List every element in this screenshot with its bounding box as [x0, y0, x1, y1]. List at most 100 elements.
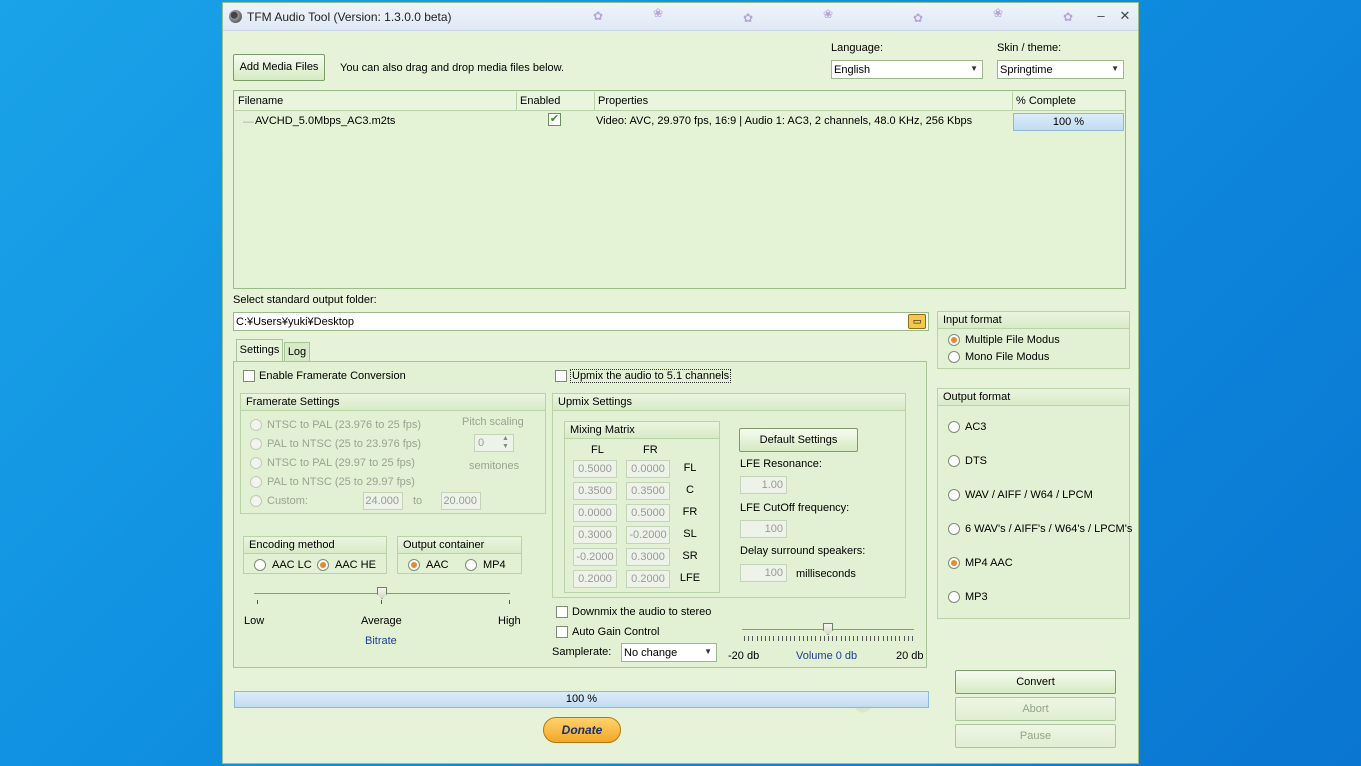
matrix-fr-input[interactable]: 0.5000: [626, 504, 670, 522]
mono-file-radio[interactable]: [948, 351, 960, 363]
framerate-conversion-checkbox[interactable]: [243, 370, 255, 382]
matrix-row-label: SL: [683, 528, 697, 540]
file-list-header: Filename Enabled Properties % Complete: [235, 92, 1124, 111]
volume-tick: [903, 636, 905, 641]
matrix-fl-input[interactable]: 0.2000: [573, 570, 617, 588]
upmix-checkbox[interactable]: [555, 370, 567, 382]
matrix-row-label: LFE: [679, 572, 701, 584]
browse-folder-icon[interactable]: ▭: [908, 314, 926, 329]
default-settings-button[interactable]: Default Settings: [739, 428, 858, 452]
output-format-radio[interactable]: [948, 557, 960, 569]
framerate-option-radio[interactable]: [250, 495, 262, 507]
tab-settings[interactable]: Settings: [236, 339, 283, 361]
volume-tick: [895, 636, 897, 641]
delay-surround-input[interactable]: 100: [740, 564, 787, 582]
matrix-fr-input[interactable]: 0.3000: [626, 548, 670, 566]
volume-tick: [802, 636, 804, 641]
matrix-fl-input[interactable]: -0.2000: [573, 548, 617, 566]
bitrate-slider-thumb[interactable]: [377, 587, 387, 599]
volume-tick: [882, 636, 884, 641]
samplerate-select[interactable]: No change ▼: [621, 643, 717, 662]
output-format-radio[interactable]: [948, 421, 960, 433]
tab-log[interactable]: Log: [284, 342, 310, 361]
donate-button[interactable]: Donate: [543, 717, 621, 743]
framerate-option-3: NTSC to PAL (29.97 to 25 fps): [267, 457, 415, 469]
skin-select[interactable]: Springtime ▼: [997, 60, 1124, 79]
lfe-cutoff-label: LFE CutOff frequency:: [740, 502, 850, 514]
matrix-fr-input[interactable]: 0.2000: [626, 570, 670, 588]
matrix-fr-input[interactable]: 0.3500: [626, 482, 670, 500]
volume-tick: [912, 636, 913, 641]
container-mp4-radio[interactable]: [465, 559, 477, 571]
language-select[interactable]: English ▼: [831, 60, 983, 79]
volume-tick: [815, 636, 817, 641]
matrix-fr-input[interactable]: 0.0000: [626, 460, 670, 478]
bitrate-tick: [381, 600, 382, 604]
output-format-label: AC3: [965, 421, 987, 433]
volume-tick: [760, 636, 762, 641]
volume-tick: [844, 636, 846, 641]
close-button[interactable]: ✕: [1115, 7, 1135, 25]
volume-tick: [786, 636, 787, 641]
table-row[interactable]: — AVCHD_5.0Mbps_AC3.m2ts ✔ Video: AVC, 2…: [235, 112, 1124, 132]
convert-button[interactable]: Convert: [955, 670, 1116, 694]
custom-fps-from-input[interactable]: 24.000: [363, 492, 403, 510]
volume-tick: [886, 636, 888, 641]
output-folder-value: C:¥Users¥yuki¥Desktop: [236, 316, 354, 328]
row-enabled-checkbox[interactable]: ✔: [548, 113, 561, 126]
matrix-fl-input[interactable]: 0.3000: [573, 526, 617, 544]
language-value: English: [834, 64, 871, 76]
flower-decoration-icon: ❀: [823, 7, 834, 21]
framerate-option-radio[interactable]: [250, 419, 262, 431]
lfe-cutoff-input[interactable]: 100: [740, 520, 787, 538]
framerate-option-radio[interactable]: [250, 476, 262, 488]
title-bar[interactable]: TFM Audio Tool (Version: 1.3.0.0 beta) ✿…: [223, 3, 1138, 31]
abort-button[interactable]: Abort: [955, 697, 1116, 721]
media-file-list[interactable]: Filename Enabled Properties % Complete —…: [233, 90, 1126, 289]
pause-button[interactable]: Pause: [955, 724, 1116, 748]
input-format-group: Input format Multiple File Modus Mono Fi…: [937, 311, 1130, 369]
custom-fps-to-input[interactable]: 20.000: [441, 492, 481, 510]
column-filename[interactable]: Filename: [235, 92, 517, 110]
container-aac-label: AAC: [426, 559, 449, 571]
auto-gain-label: Auto Gain Control: [572, 626, 660, 638]
column-properties[interactable]: Properties: [595, 92, 1013, 110]
pitch-scaling-stepper[interactable]: 0 ▲ ▼: [474, 434, 514, 452]
container-aac-radio[interactable]: [408, 559, 420, 571]
volume-label: Volume 0 db: [796, 650, 858, 662]
volume-tick: [836, 636, 838, 641]
output-format-radio[interactable]: [948, 591, 960, 603]
multiple-file-radio[interactable]: [948, 334, 960, 346]
framerate-option-radio[interactable]: [250, 438, 262, 450]
output-folder-label: Select standard output folder:: [233, 294, 377, 306]
matrix-col-fr: FR: [643, 444, 658, 456]
volume-tick: [807, 636, 808, 641]
matrix-fl-input[interactable]: 0.0000: [573, 504, 617, 522]
aac-lc-radio[interactable]: [254, 559, 266, 571]
lfe-resonance-input[interactable]: 1.00: [740, 476, 787, 494]
add-media-files-button[interactable]: Add Media Files: [233, 54, 325, 81]
mixing-matrix-group: Mixing Matrix FL FR 0.5000 0.0000 FL 0.3500…: [564, 421, 720, 593]
output-format-radio[interactable]: [948, 455, 960, 467]
spin-arrows-icon[interactable]: ▲ ▼: [502, 435, 509, 451]
custom-fps-to-label: to: [413, 495, 423, 507]
framerate-option-radio[interactable]: [250, 457, 262, 469]
matrix-fl-input[interactable]: 0.3500: [573, 482, 617, 500]
output-format-group: Output format AC3 DTS WAV / AIFF / W64 / L…: [937, 388, 1132, 619]
aac-he-radio[interactable]: [317, 559, 329, 571]
output-folder-input[interactable]: C:¥Users¥yuki¥Desktop ▭: [233, 312, 929, 331]
column-enabled[interactable]: Enabled: [517, 92, 595, 110]
volume-slider-thumb[interactable]: [823, 623, 833, 635]
tree-line-icon: —: [243, 116, 254, 128]
lfe-resonance-label: LFE Resonance:: [740, 458, 822, 470]
minimize-button[interactable]: –: [1091, 7, 1111, 25]
downmix-checkbox[interactable]: [556, 606, 568, 618]
column-complete[interactable]: % Complete: [1013, 92, 1124, 110]
auto-gain-checkbox[interactable]: [556, 626, 568, 638]
output-format-radio[interactable]: [948, 523, 960, 535]
output-format-radio[interactable]: [948, 489, 960, 501]
window-title: TFM Audio Tool (Version: 1.3.0.0 beta): [247, 10, 452, 24]
matrix-fl-input[interactable]: 0.5000: [573, 460, 617, 478]
matrix-fr-input[interactable]: -0.2000: [626, 526, 670, 544]
upmix-label: Upmix the audio to 5.1 channels: [570, 369, 732, 383]
